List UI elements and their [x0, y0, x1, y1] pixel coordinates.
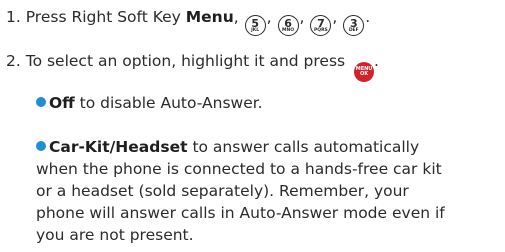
step-2: 2. To select an option, highlight it and… [6, 50, 379, 82]
step-1-text: Press Right Soft Key [25, 8, 181, 26]
option-off: Off to disable Auto-Answer. [36, 92, 263, 114]
key-3-icon: 3 DEF [343, 15, 365, 37]
option-car-kit-headset: Car-Kit/Headset to answer calls automati… [36, 136, 419, 158]
step-1: 1. Press Right Soft Key Menu, 5 JKL , 6 … [6, 6, 370, 37]
step-1-number: 1. [6, 8, 21, 26]
menu-soft-key-label: Menu [185, 8, 234, 26]
step-2-text: To select an option, highlight it and pr… [25, 52, 346, 70]
option-car-kit-description-line-5: you are not present. [36, 226, 194, 244]
menu-ok-key-icon: MENU OK [354, 62, 375, 82]
option-off-description: to disable Auto-Answer. [79, 94, 263, 112]
bullet-icon [36, 97, 46, 107]
option-car-kit-description-line-2: when the phone is connected to a hands-f… [36, 160, 442, 178]
option-car-kit-description-line-1: to answer calls automatically [192, 138, 420, 156]
step-2-number: 2. [6, 52, 21, 70]
option-off-label: Off [49, 94, 75, 112]
option-car-kit-description-line-3: or a headset (sold separately). Remember… [36, 182, 409, 200]
bullet-icon [36, 141, 46, 151]
key-6-icon: 6 MNO [277, 15, 299, 37]
option-car-kit-label: Car-Kit/Headset [49, 138, 188, 156]
option-car-kit-description-line-4: phone will answer calls in Auto-Answer m… [36, 204, 445, 222]
key-7-icon: 7 PQRS [310, 15, 332, 37]
key-5-icon: 5 JKL [244, 15, 266, 37]
